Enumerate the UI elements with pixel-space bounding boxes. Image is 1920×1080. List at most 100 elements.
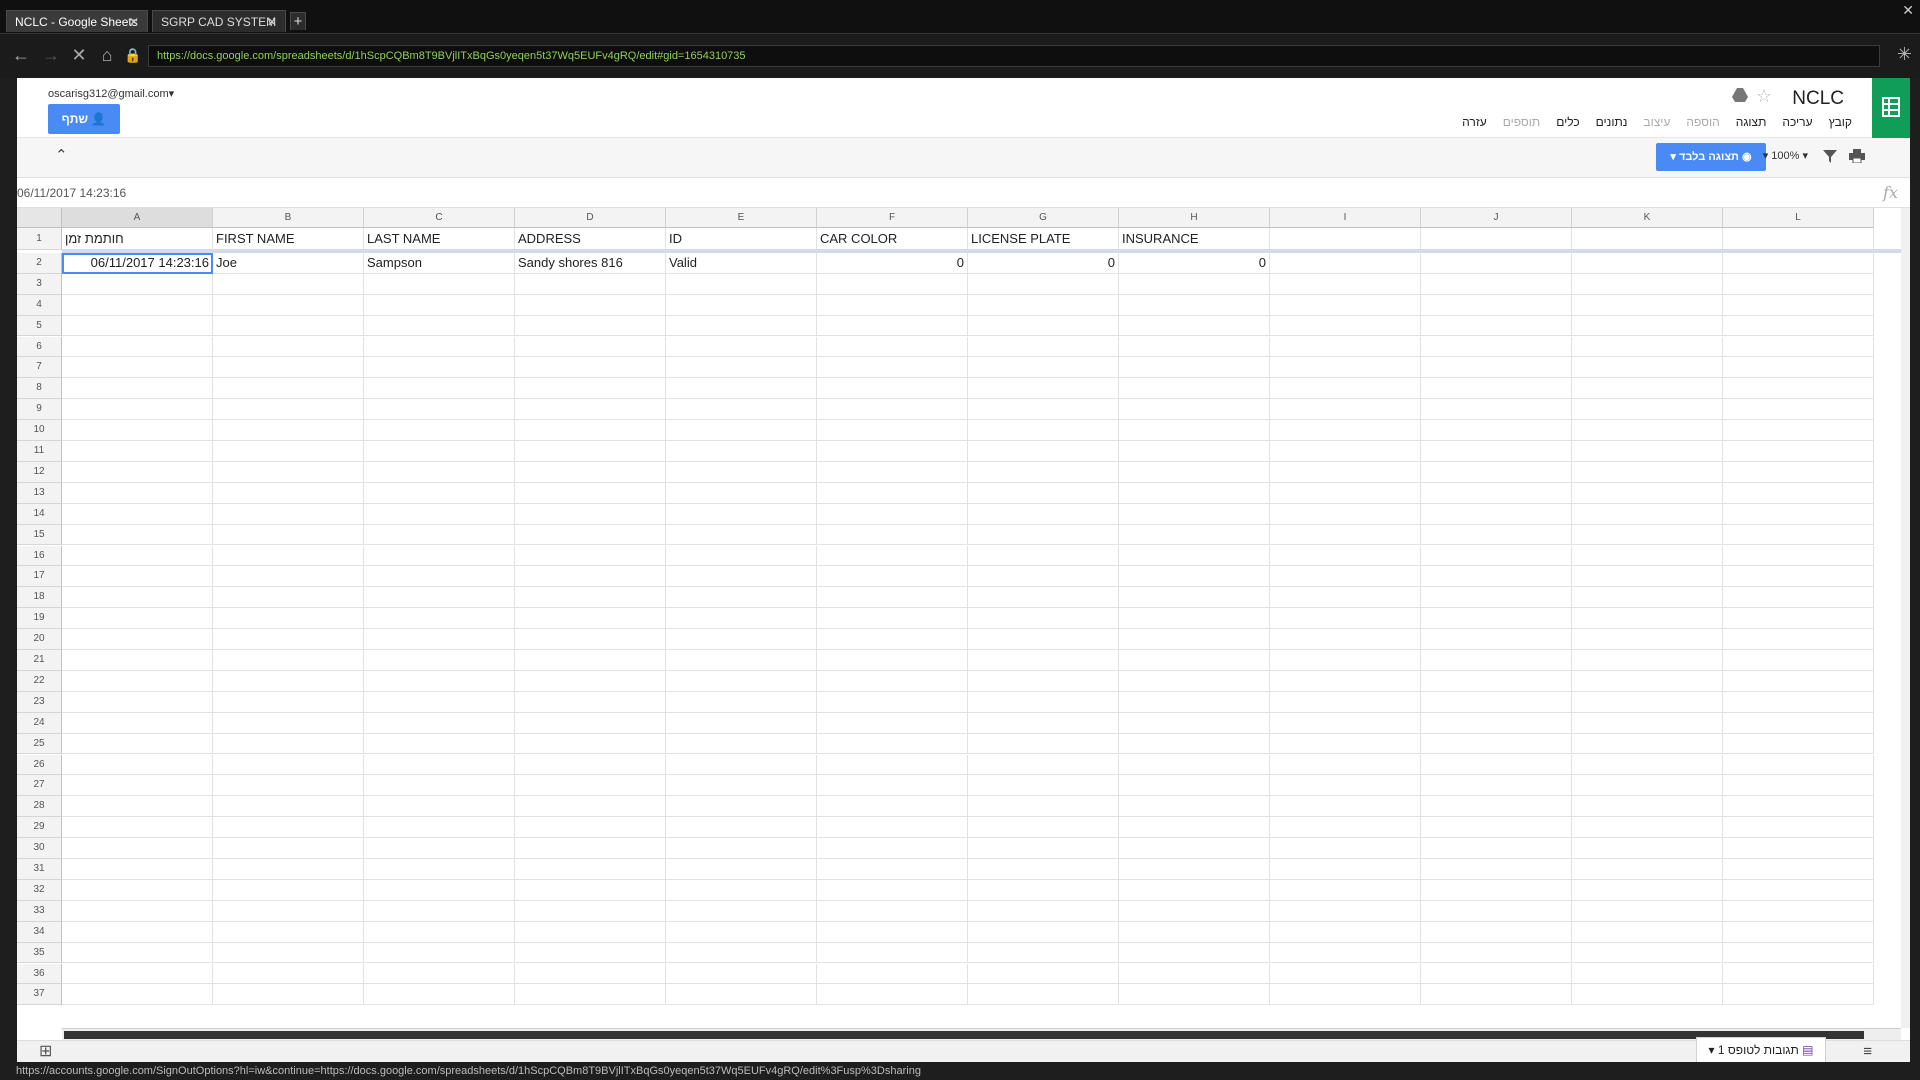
cell-E29[interactable]	[666, 817, 817, 839]
cell-A13[interactable]	[62, 482, 213, 504]
cell-K35[interactable]	[1572, 942, 1723, 964]
cell-D3[interactable]	[515, 273, 666, 295]
cell-D29[interactable]	[515, 817, 666, 839]
cell-A4[interactable]	[62, 294, 213, 316]
cell-H16[interactable]	[1119, 545, 1270, 567]
cell-D4[interactable]	[515, 294, 666, 316]
cell-G2[interactable]: 0	[968, 252, 1119, 274]
cell-A8[interactable]	[62, 378, 213, 400]
menu-item[interactable]: קובץ	[1829, 115, 1852, 129]
cell-G4[interactable]	[968, 294, 1119, 316]
column-header[interactable]: F	[817, 208, 968, 228]
cell-I32[interactable]	[1270, 879, 1421, 901]
row-header[interactable]: 12	[17, 461, 62, 483]
cell-E16[interactable]	[666, 545, 817, 567]
cell-E15[interactable]	[666, 524, 817, 546]
column-header[interactable]: H	[1119, 208, 1270, 228]
menu-item[interactable]: עיצוב	[1643, 115, 1670, 129]
column-header[interactable]: I	[1270, 208, 1421, 228]
zoom-select[interactable]: ▾ 100% ▾	[1763, 149, 1808, 162]
cell-J17[interactable]	[1421, 566, 1572, 588]
cell-K14[interactable]	[1572, 503, 1723, 525]
cell-D2[interactable]: Sandy shores 816	[515, 252, 666, 274]
column-header[interactable]: G	[968, 208, 1119, 228]
cell-C14[interactable]	[364, 503, 515, 525]
cell-H3[interactable]	[1119, 273, 1270, 295]
cell-F9[interactable]	[817, 399, 968, 421]
cell-C2[interactable]: Sampson	[364, 252, 515, 274]
cell-L5[interactable]	[1723, 315, 1874, 337]
cell-I20[interactable]	[1270, 629, 1421, 650]
cell-C32[interactable]	[364, 879, 515, 901]
cell-D21[interactable]	[515, 650, 666, 671]
cell-E34[interactable]	[666, 921, 817, 943]
menu-item[interactable]: תצוגה	[1736, 115, 1767, 129]
cell-B22[interactable]	[213, 670, 364, 692]
menu-item[interactable]: הוספה	[1686, 115, 1719, 129]
cell-D35[interactable]	[515, 942, 666, 964]
cell-I1[interactable]	[1270, 228, 1421, 250]
document-title[interactable]: NCLC	[1792, 88, 1844, 110]
cell-L7[interactable]	[1723, 357, 1874, 379]
cell-I24[interactable]	[1270, 712, 1421, 734]
cell-J33[interactable]	[1421, 900, 1572, 922]
cell-I35[interactable]	[1270, 942, 1421, 964]
cell-H4[interactable]	[1119, 294, 1270, 316]
cell-D10[interactable]	[515, 420, 666, 441]
row-header[interactable]: 5	[17, 315, 62, 337]
cell-I16[interactable]	[1270, 545, 1421, 567]
cell-L31[interactable]	[1723, 859, 1874, 880]
sheet-tab-form-responses[interactable]: ▤ תגובות לטופס 1 ▾	[1696, 1037, 1826, 1063]
cell-J30[interactable]	[1421, 838, 1572, 859]
row-header[interactable]: 21	[17, 650, 62, 671]
cell-F13[interactable]	[817, 482, 968, 504]
cell-L25[interactable]	[1723, 733, 1874, 755]
cell-B31[interactable]	[213, 859, 364, 880]
cell-H18[interactable]	[1119, 587, 1270, 609]
cell-H20[interactable]	[1119, 629, 1270, 650]
cell-C35[interactable]	[364, 942, 515, 964]
cell-E14[interactable]	[666, 503, 817, 525]
cell-D6[interactable]	[515, 336, 666, 358]
row-header[interactable]: 16	[17, 545, 62, 567]
cell-B4[interactable]	[213, 294, 364, 316]
cell-A32[interactable]	[62, 879, 213, 901]
cell-D34[interactable]	[515, 921, 666, 943]
cell-C29[interactable]	[364, 817, 515, 839]
cell-E8[interactable]	[666, 378, 817, 400]
cell-I17[interactable]	[1270, 566, 1421, 588]
cell-I9[interactable]	[1270, 399, 1421, 421]
window-close-icon[interactable]: ✕	[1902, 2, 1914, 19]
cell-E10[interactable]	[666, 420, 817, 441]
cell-C3[interactable]	[364, 273, 515, 295]
cell-H12[interactable]	[1119, 461, 1270, 483]
cell-J32[interactable]	[1421, 879, 1572, 901]
cell-L14[interactable]	[1723, 503, 1874, 525]
cell-G17[interactable]	[968, 566, 1119, 588]
cell-B12[interactable]	[213, 461, 364, 483]
cell-C25[interactable]	[364, 733, 515, 755]
cell-H34[interactable]	[1119, 921, 1270, 943]
sheets-logo-icon[interactable]	[1872, 78, 1910, 138]
cell-G5[interactable]	[968, 315, 1119, 337]
row-header[interactable]: 33	[17, 900, 62, 922]
row-header[interactable]: 6	[17, 336, 62, 358]
cell-C11[interactable]	[364, 441, 515, 462]
cell-D5[interactable]	[515, 315, 666, 337]
cell-E19[interactable]	[666, 608, 817, 630]
cell-H25[interactable]	[1119, 733, 1270, 755]
cell-G9[interactable]	[968, 399, 1119, 421]
cell-F27[interactable]	[817, 775, 968, 797]
cell-J31[interactable]	[1421, 859, 1572, 880]
cell-H28[interactable]	[1119, 796, 1270, 818]
cell-L9[interactable]	[1723, 399, 1874, 421]
cell-A16[interactable]	[62, 545, 213, 567]
cell-B13[interactable]	[213, 482, 364, 504]
cell-L22[interactable]	[1723, 670, 1874, 692]
cell-G37[interactable]	[968, 984, 1119, 1006]
cell-C33[interactable]	[364, 900, 515, 922]
cell-L16[interactable]	[1723, 545, 1874, 567]
cell-C30[interactable]	[364, 838, 515, 859]
cell-C6[interactable]	[364, 336, 515, 358]
share-button[interactable]: שתף 👤	[48, 104, 120, 134]
